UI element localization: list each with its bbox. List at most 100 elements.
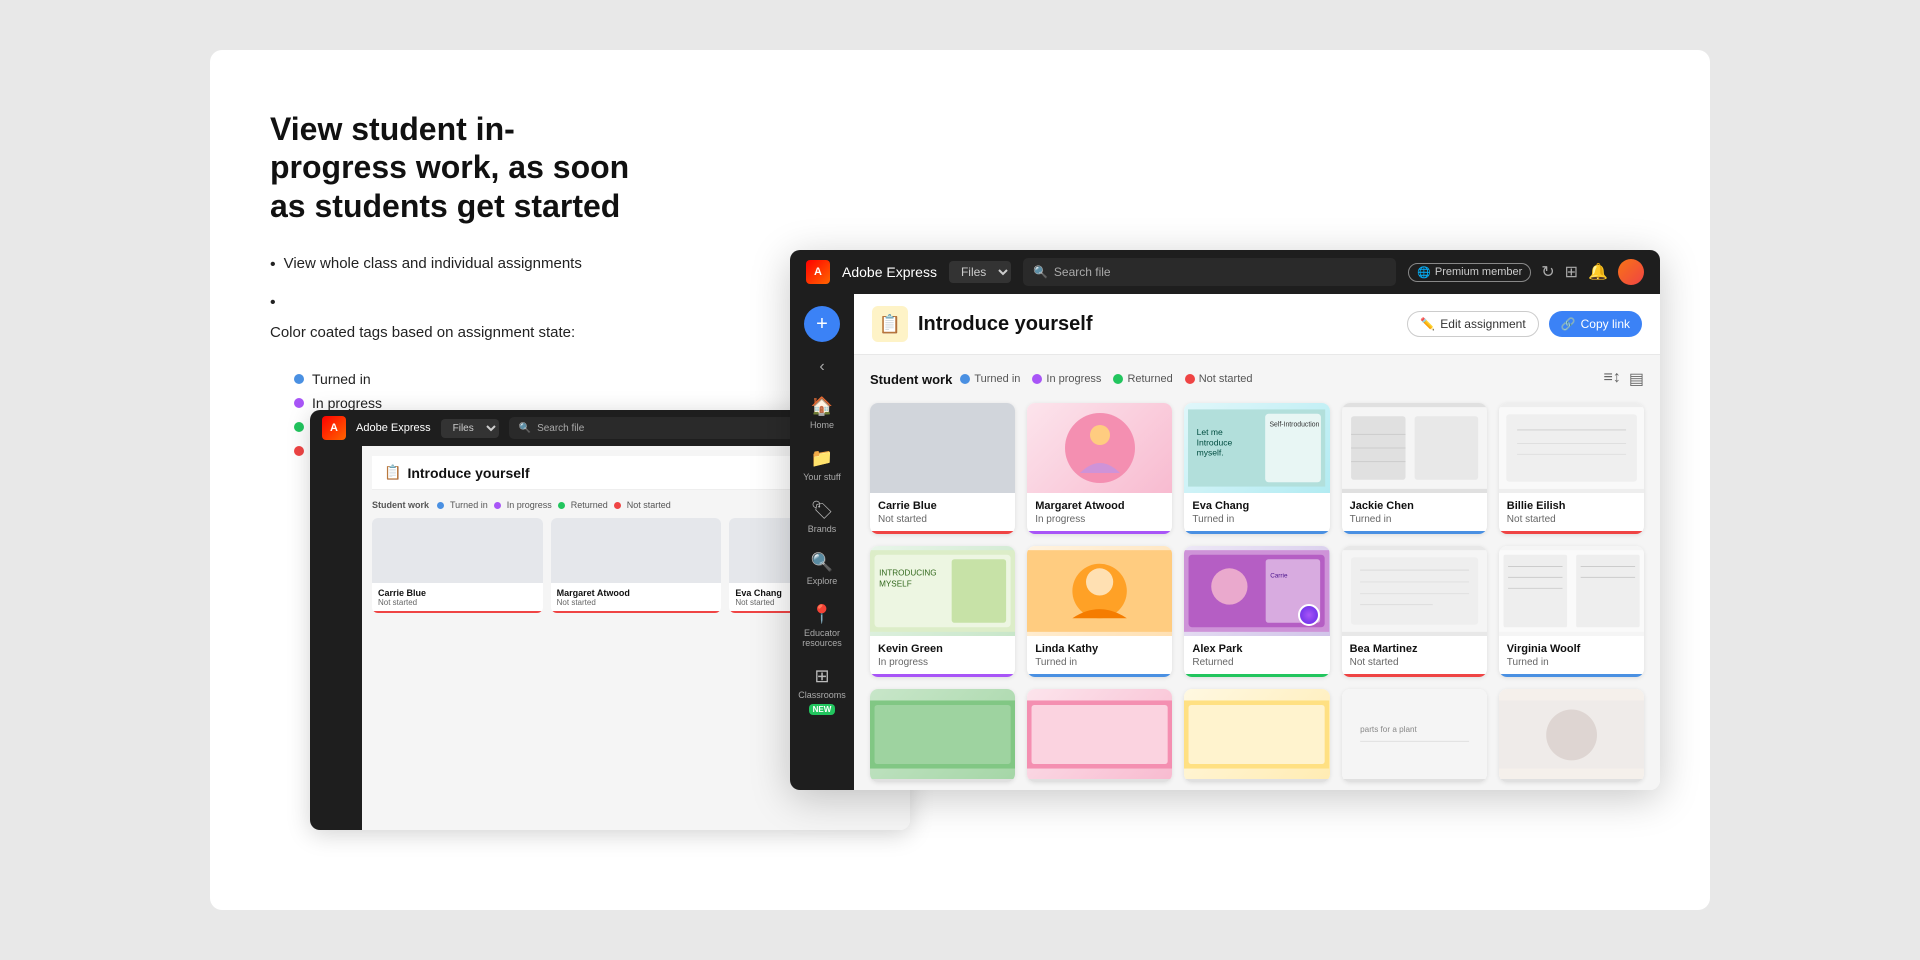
sidebar-item-educator-resources[interactable]: 📍 Educator resources [796, 598, 848, 654]
bg-bar-1 [372, 611, 543, 613]
status-bar-margaret [1027, 531, 1172, 534]
assignment-header: 📋 Introduce yourself ✏️ Edit assignment … [854, 294, 1660, 355]
bullet-list: View whole class and individual assignme… [270, 253, 630, 343]
sidebar-item-home[interactable]: 🏠 Home [796, 390, 848, 436]
student-card-jackie[interactable]: Jackie Chen Turned in [1342, 403, 1487, 534]
sidebar: + ‹ 🏠 Home 📁 Your stuff 🏷 Brands 🔍 Explo… [790, 294, 854, 790]
student-card-row3-1[interactable] [870, 689, 1015, 782]
student-card-row3-2[interactable] [1027, 689, 1172, 782]
svg-text:MYSELF: MYSELF [879, 579, 912, 588]
student-card-kevin[interactable]: INTRODUCING MYSELF Kevin Green In progre… [870, 546, 1015, 677]
card-name-billie: Billie Eilish [1507, 500, 1636, 512]
status-bar-billie [1499, 531, 1644, 534]
kevin-illustration: INTRODUCING MYSELF [870, 546, 1015, 636]
student-work-area: Student work Turned in In progress [854, 355, 1660, 790]
card-thumb-row3-1 [870, 689, 1015, 779]
premium-icon: 🌐 [1417, 266, 1431, 279]
legend-not-started: Not started [1185, 373, 1253, 385]
search-bar[interactable]: 🔍 Search file [1023, 258, 1396, 286]
student-grid-row3: parts for a plant [870, 689, 1644, 782]
bell-icon[interactable]: 🔔 [1588, 262, 1608, 282]
list-sort-icon[interactable]: ≡↕ [1604, 369, 1621, 389]
student-grid-row1: Carrie Blue Not started [870, 403, 1644, 534]
status-bar-row3-4 [1342, 779, 1487, 782]
student-card-virginia[interactable]: Virginia Woolf Turned in [1499, 546, 1644, 677]
sidebar-item-classrooms[interactable]: ⊞ Classrooms NEW [796, 660, 848, 721]
card-info-linda: Linda Kathy Turned in [1027, 636, 1172, 674]
bg-status-legend: Turned in In progress Returned Not start… [437, 500, 671, 510]
brands-icon: 🏷 [811, 500, 834, 521]
legend-returned: Returned [1113, 373, 1172, 385]
sidebar-item-yourstuff[interactable]: 📁 Your stuff [796, 442, 848, 488]
assignment-title: Introduce yourself [918, 313, 1092, 336]
status-bar-carrie [870, 531, 1015, 534]
status-bar-bea [1342, 674, 1487, 677]
student-card-row3-3[interactable] [1184, 689, 1329, 782]
bg-assignment-icon: 📋 [384, 464, 401, 481]
bg-card-1: Carrie Blue Not started [372, 518, 543, 613]
card-thumb-bea [1342, 546, 1487, 636]
legend-dot-green [1113, 374, 1123, 384]
card-name-eva: Eva Chang [1192, 500, 1321, 512]
bg-dot-turned-in [437, 502, 444, 509]
student-card-row3-4[interactable]: parts for a plant [1342, 689, 1487, 782]
tag-turned-in: Turned in [294, 371, 630, 387]
bg-thumb-2 [551, 518, 722, 583]
card-name-linda: Linda Kathy [1035, 643, 1164, 655]
row3-1-illustration [870, 697, 1015, 772]
educator-icon: 📍 [811, 604, 833, 625]
card-status-virginia: Turned in [1507, 657, 1636, 668]
bg-bar-2 [551, 611, 722, 613]
fab-create-button[interactable]: + [804, 306, 840, 342]
sidebar-item-brands[interactable]: 🏷 Brands [796, 494, 848, 540]
student-card-alex-park[interactable]: Carrie Alex Park Returned [1184, 546, 1329, 677]
grid-icon[interactable]: ⊞ [1565, 262, 1578, 282]
status-bar-row3-3 [1184, 779, 1329, 782]
sidebar-item-explore[interactable]: 🔍 Explore [796, 546, 848, 592]
status-bar-alex [1184, 674, 1329, 677]
card-info-carrie: Carrie Blue Not started [870, 493, 1015, 531]
legend-dot-purple [1032, 374, 1042, 384]
main-window: A Adobe Express Files 🔍 Search file 🌐 Pr… [790, 250, 1660, 790]
files-dropdown[interactable]: Files [949, 261, 1011, 283]
card-thumb-row3-3 [1184, 689, 1329, 779]
status-bar-jackie [1342, 531, 1487, 534]
bg-files-dropdown[interactable]: Files [441, 419, 499, 438]
student-card-row3-5[interactable] [1499, 689, 1644, 782]
bg-search-icon: 🔍 [519, 423, 531, 434]
svg-text:Let me: Let me [1197, 427, 1223, 437]
student-card-linda[interactable]: Linda Kathy Turned in [1027, 546, 1172, 677]
card-thumb-row3-2 [1027, 689, 1172, 779]
copy-link-button[interactable]: 🔗 Copy link [1549, 311, 1642, 337]
svg-text:Introduce: Introduce [1197, 437, 1233, 447]
status-bar-kevin [870, 674, 1015, 677]
student-card-eva[interactable]: Let me Introduce myself. Self-Introducti… [1184, 403, 1329, 534]
card-status-eva: Turned in [1192, 514, 1321, 525]
student-card-carrie-blue[interactable]: Carrie Blue Not started [870, 403, 1015, 534]
adobe-logo: A [806, 260, 830, 284]
grid-view-icon[interactable]: ▤ [1629, 369, 1644, 389]
assignment-icon: 📋 [872, 306, 908, 342]
student-card-billie[interactable]: Billie Eilish Not started [1499, 403, 1644, 534]
refresh-icon[interactable]: ↻ [1541, 262, 1554, 282]
bullet-item-2: Color coated tags based on assignment st… [270, 291, 630, 343]
home-icon: 🏠 [811, 396, 833, 417]
student-work-label: Student work [870, 372, 952, 387]
student-card-margaret[interactable]: Margaret Atwood In progress [1027, 403, 1172, 534]
edit-assignment-button[interactable]: ✏️ Edit assignment [1407, 311, 1538, 337]
bg-name-1: Carrie Blue [378, 588, 537, 598]
student-card-bea[interactable]: Bea Martinez Not started [1342, 546, 1487, 677]
chevron-left-icon[interactable]: ‹ [819, 358, 824, 376]
status-bar-virginia [1499, 674, 1644, 677]
svg-text:Self-Introduction: Self-Introduction [1270, 422, 1320, 429]
bg-adobe-logo: A [322, 416, 346, 440]
outer-card: View student in-progress work, as soon a… [210, 50, 1710, 910]
alex-cursor-indicator [1298, 604, 1320, 626]
legend-in-progress: In progress [1032, 373, 1101, 385]
bg-info-2: Margaret Atwood Not started [551, 583, 722, 611]
user-avatar[interactable] [1618, 259, 1644, 285]
jackie-illustration [1342, 403, 1487, 493]
bg-sidebar [310, 446, 362, 830]
bg-dot-in-progress [494, 502, 501, 509]
card-status-linda: Turned in [1035, 657, 1164, 668]
